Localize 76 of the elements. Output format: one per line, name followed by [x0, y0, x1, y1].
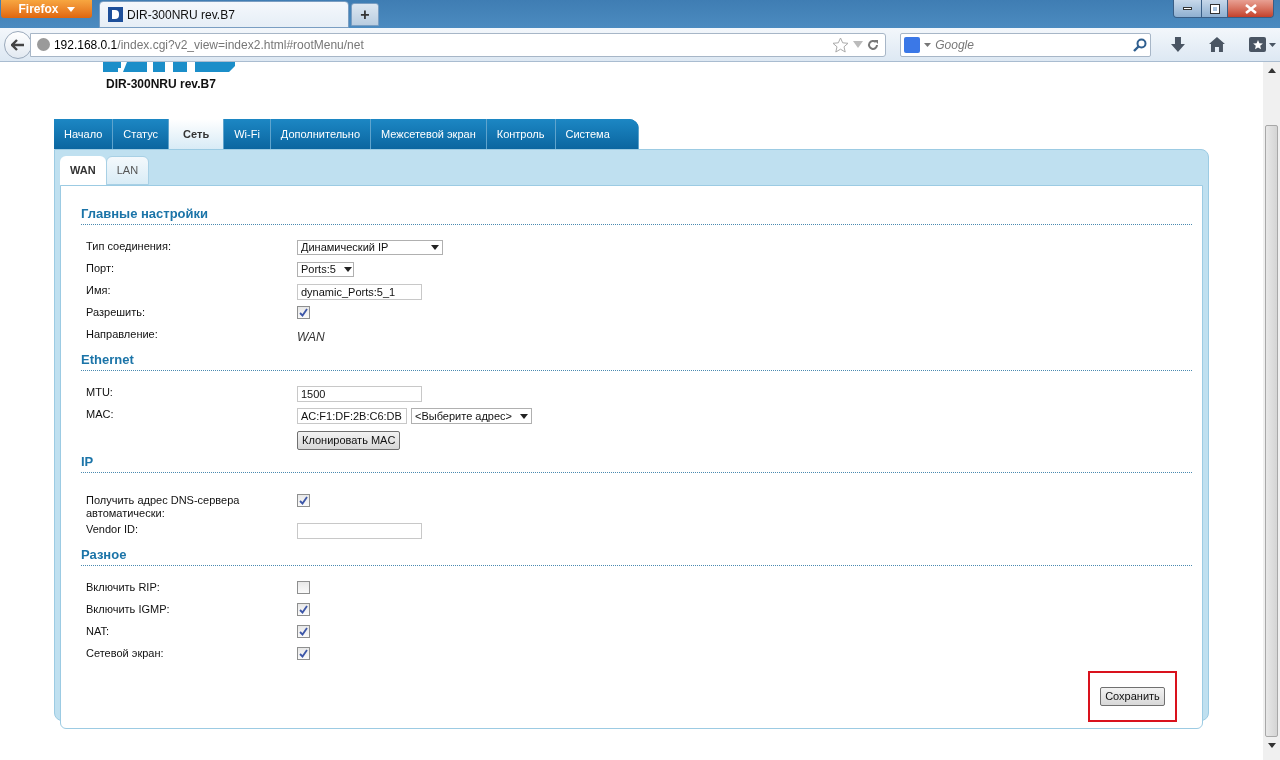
logo-icon [103, 62, 235, 72]
dlink-favicon-icon [108, 7, 123, 22]
home-icon[interactable] [1209, 37, 1225, 52]
checkbox[interactable] [297, 603, 310, 616]
field-label: NAT: [86, 625, 111, 638]
field-label: Включить IGMP: [86, 603, 171, 616]
scroll-down-icon[interactable] [1267, 743, 1276, 748]
caret-icon [343, 267, 352, 272]
reload-icon[interactable] [867, 38, 880, 51]
main-tab[interactable]: Wi-Fi [224, 119, 271, 149]
checkbox[interactable] [297, 625, 310, 638]
caret-icon [66, 6, 75, 12]
google-icon[interactable] [904, 36, 921, 53]
input-field[interactable] [297, 523, 422, 539]
section-heading: Ethernet [81, 352, 135, 367]
caret-icon[interactable] [924, 42, 932, 47]
download-icon[interactable] [1171, 36, 1186, 53]
sub-tab[interactable]: LAN [105, 156, 150, 185]
search-field[interactable]: Google [900, 32, 1152, 57]
checkbox[interactable] [297, 647, 310, 660]
checkbox[interactable] [297, 306, 310, 319]
browser-tab[interactable]: DIR-300NRU rev.B7 [99, 1, 349, 28]
field-label: Имя: [86, 284, 112, 297]
back-arrow-icon [10, 38, 25, 51]
minimize-button[interactable] [1174, 0, 1201, 17]
close-icon [1244, 3, 1257, 14]
field-label: Включить RIP: [86, 581, 161, 594]
main-tab[interactable]: Межсетевой экран [371, 119, 487, 149]
section-heading: Разное [81, 547, 128, 562]
clone-mac-button[interactable]: Клонировать MAC [297, 431, 401, 450]
main-tab[interactable]: Статус [113, 119, 170, 149]
field-label: MTU: [86, 386, 114, 399]
globe-icon [36, 38, 50, 51]
input-field[interactable]: 1500 [297, 386, 422, 402]
checkbox[interactable] [297, 494, 310, 507]
tab-title: DIR-300NRU rev.B7 [127, 6, 235, 24]
field-value: WAN [297, 329, 325, 346]
new-tab-button[interactable]: + [351, 3, 379, 26]
scrollbar[interactable] [1263, 62, 1280, 760]
field-label: Vendor ID: [86, 523, 139, 536]
scroll-thumb[interactable] [1265, 125, 1278, 737]
main-tab[interactable]: Начало [54, 119, 114, 149]
model-name: DIR-300NRU rev.B7 [106, 77, 217, 91]
field-label: Сетевой экран: [86, 647, 165, 660]
field-label: Направление: [86, 328, 159, 341]
main-tab[interactable]: Система [555, 119, 639, 149]
field-label: MAC: [86, 408, 115, 421]
section-heading: Главные настройки [81, 206, 210, 221]
main-tab[interactable]: Дополнительно [270, 119, 371, 149]
section-heading: IP [81, 454, 95, 469]
main-tab[interactable]: Сеть [169, 119, 225, 149]
caret-icon [431, 245, 439, 250]
main-tab[interactable]: Контроль [486, 119, 556, 149]
scroll-up-icon[interactable] [1267, 68, 1276, 73]
checkbox[interactable] [297, 581, 310, 594]
url-text: 192.168.0.1/index.cgi?v2_view=index2.html#rootMenu/net [53, 36, 364, 54]
search-icon[interactable] [1133, 37, 1148, 52]
caret-icon [520, 413, 528, 419]
save-button[interactable]: Сохранить [1100, 687, 1165, 706]
input-field[interactable]: dynamic_Ports:5_1 [297, 284, 422, 300]
field-label: Тип соединения: [86, 240, 172, 253]
restore-button[interactable] [1201, 0, 1227, 17]
close-button[interactable] [1227, 0, 1273, 17]
input-field[interactable]: AC:F1:DF:2B:C6:DB [297, 408, 407, 424]
dropdown[interactable]: Ports:5 [297, 262, 354, 277]
field-label: Получить адрес DNS-сервера автоматически: [86, 494, 241, 520]
field-label: Порт: [86, 262, 115, 275]
dropdown[interactable]: <Выберите адрес> [411, 408, 532, 424]
bookmark-star-icon[interactable] [832, 36, 850, 53]
address-bar[interactable]: 192.168.0.1/index.cgi?v2_view=index2.html#rootMenu/net [29, 32, 887, 57]
bookmarks-menu-icon[interactable] [1249, 37, 1276, 52]
search-placeholder: Google [935, 36, 974, 54]
dropdown[interactable]: Динамический IP [297, 240, 443, 255]
sub-tab[interactable]: WAN [60, 156, 106, 185]
field-label: Разрешить: [86, 306, 147, 319]
back-button[interactable] [4, 30, 32, 59]
